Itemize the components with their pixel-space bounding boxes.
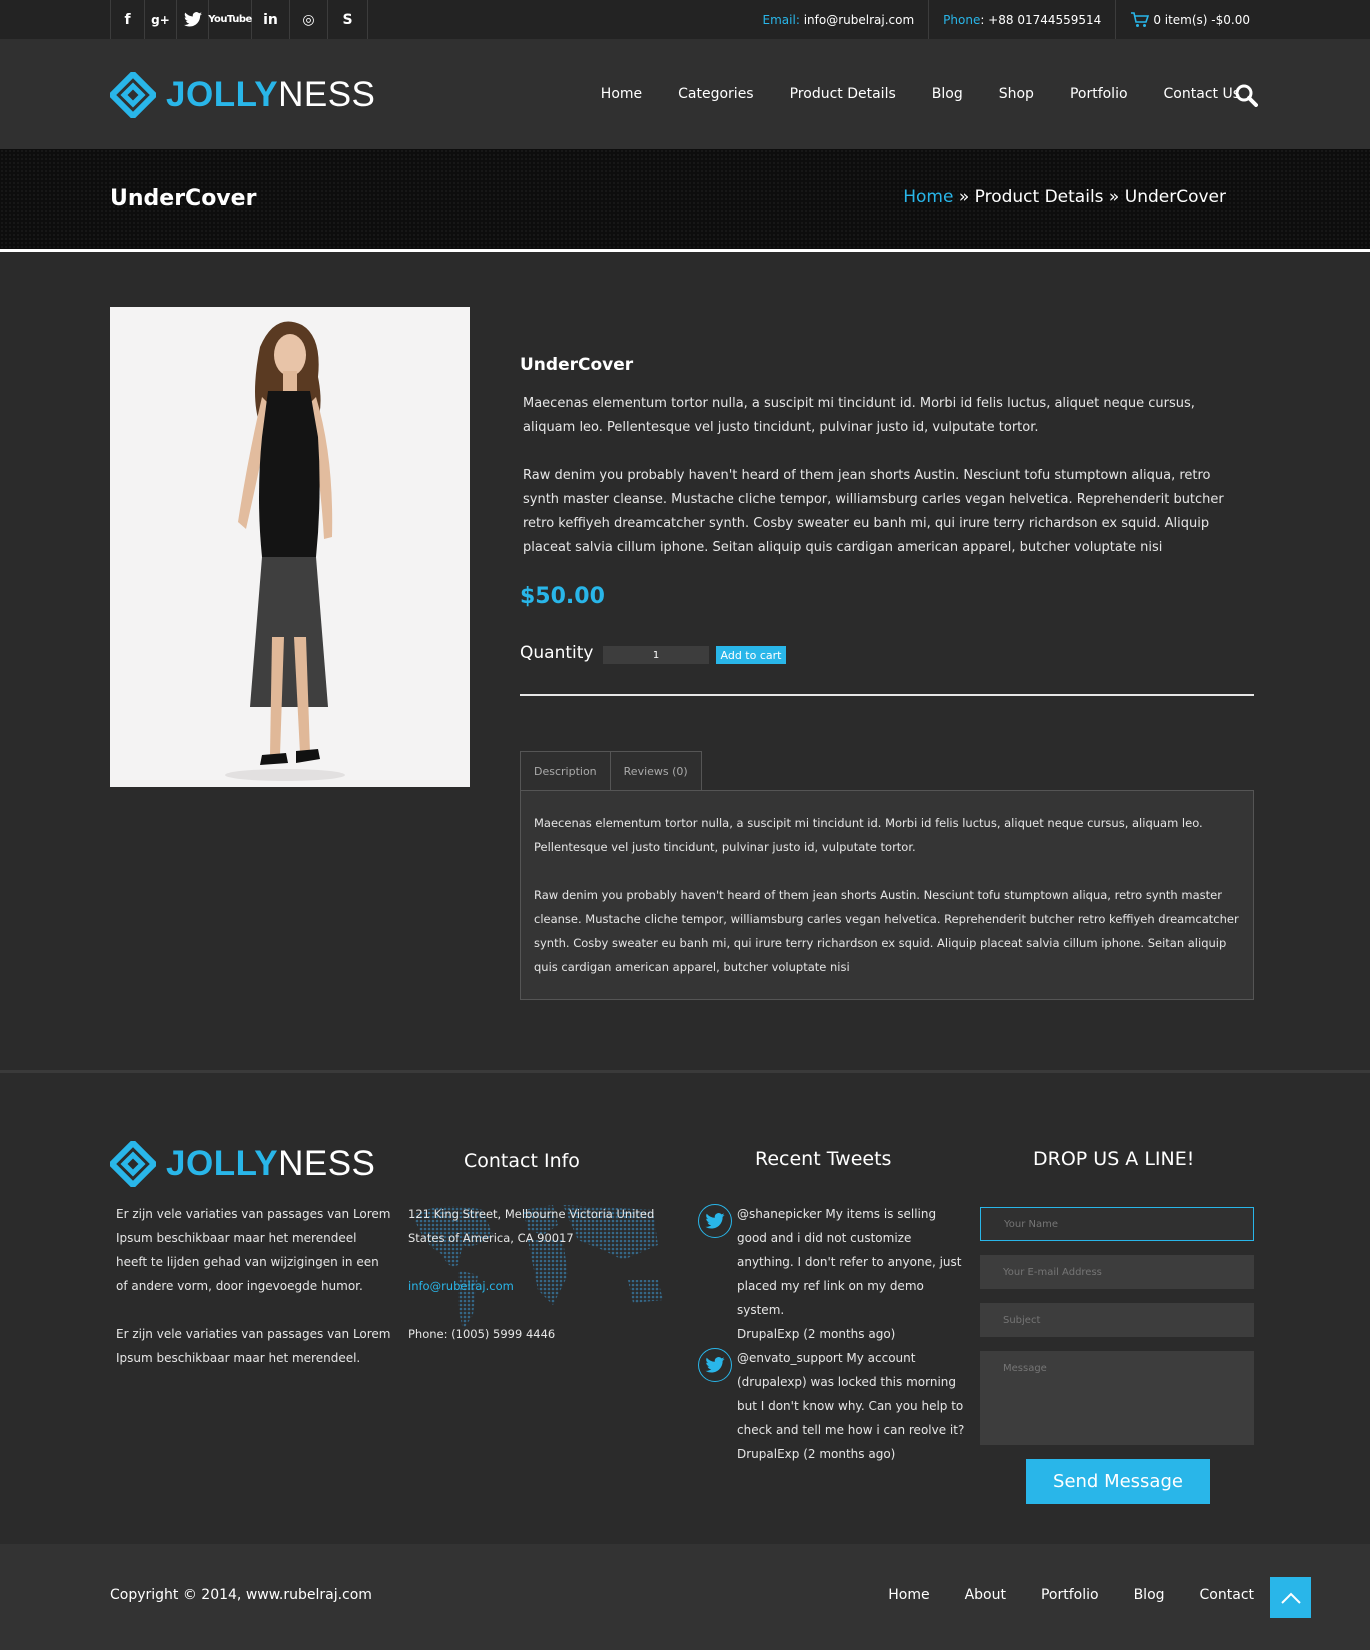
nav-categories[interactable]: Categories	[678, 86, 753, 102]
phone-value: : +88 01744559514	[980, 12, 1102, 27]
top-phone: Phone: +88 01744559514	[929, 0, 1117, 39]
tweet-text: @envato_support My account (drupalexp) w…	[737, 1351, 965, 1437]
footer-nav-contact[interactable]: Contact	[1200, 1587, 1254, 1603]
top-contact-info: Email: info@rubelraj.com Phone: +88 0174…	[749, 0, 1250, 39]
logo-text: JOLLYNESS	[166, 1144, 376, 1183]
tab-description[interactable]: Description	[520, 751, 611, 791]
twitter-icon	[698, 1348, 732, 1382]
top-email[interactable]: Email: info@rubelraj.com	[749, 0, 930, 39]
breadcrumb-current: UnderCover	[1124, 187, 1226, 207]
quantity-input[interactable]	[603, 646, 709, 664]
youtube-icon[interactable]: YouTube	[208, 0, 252, 39]
tab-panel-description: Maecenas elementum tortor nulla, a susci…	[520, 790, 1254, 1000]
footer-nav-home[interactable]: Home	[888, 1587, 929, 1603]
product-description: Maecenas elementum tortor nulla, a susci…	[523, 392, 1243, 584]
scroll-to-top-button[interactable]	[1270, 1577, 1311, 1618]
tab-panel-paragraph: Maecenas elementum tortor nulla, a susci…	[534, 816, 1203, 854]
breadcrumb-product-details[interactable]: Product Details	[975, 187, 1104, 207]
logo-diamond-icon	[107, 1138, 159, 1190]
name-field[interactable]	[980, 1207, 1254, 1241]
tweet-meta: DrupalExp (2 months ago)	[737, 1447, 896, 1461]
quantity-label: Quantity	[520, 643, 594, 663]
message-field[interactable]	[980, 1351, 1254, 1445]
search-icon[interactable]	[1234, 83, 1258, 107]
product-price: $50.00	[520, 584, 605, 609]
twitter-icon	[698, 1204, 732, 1238]
breadcrumb-separator: »	[953, 187, 975, 207]
breadcrumb-home[interactable]: Home	[903, 187, 953, 207]
top-bar: f g+ YouTube in ◎ S Email: info@rubelraj…	[0, 0, 1370, 39]
footer-contact: 121 King Street, Melbourne Victoria Unit…	[408, 1202, 683, 1346]
product-title: UnderCover	[520, 355, 634, 375]
product-image[interactable]	[110, 307, 470, 787]
nav-blog[interactable]: Blog	[932, 86, 963, 102]
copyright: Copyright © 2014, www.rubelraj.com	[110, 1587, 372, 1603]
email-label: Email:	[762, 12, 800, 27]
nav-portfolio[interactable]: Portfolio	[1070, 86, 1128, 102]
email-field[interactable]	[980, 1255, 1254, 1289]
social-links: f g+ YouTube in ◎ S	[110, 0, 368, 39]
logo-diamond-icon	[107, 69, 159, 121]
contact-form-heading: DROP US A LINE!	[1033, 1148, 1195, 1170]
send-message-button[interactable]: Send Message	[1026, 1459, 1210, 1504]
tweet-item: @envato_support My account (drupalexp) w…	[698, 1346, 968, 1466]
product-description-paragraph: Maecenas elementum tortor nulla, a susci…	[523, 396, 1195, 435]
footer-about-paragraph: Er zijn vele variaties van passages van …	[116, 1327, 391, 1365]
skype-icon[interactable]: S	[328, 0, 368, 39]
tweet-item: @shanepicker My items is selling good an…	[698, 1202, 968, 1346]
product-divider	[520, 694, 1254, 696]
page: f g+ YouTube in ◎ S Email: info@rubelraj…	[0, 0, 1370, 1650]
contact-email-link[interactable]: info@rubelraj.com	[408, 1274, 683, 1298]
banner-divider	[0, 249, 1370, 252]
contact-phone: Phone: (1005) 5999 4446	[408, 1327, 556, 1341]
product-tabs: Description Reviews (0)	[520, 751, 702, 791]
subject-field[interactable]	[980, 1303, 1254, 1337]
footer-divider	[0, 1070, 1370, 1073]
cart-summary: 0 item(s) -$0.00	[1153, 12, 1250, 27]
site-logo[interactable]: JOLLYNESS	[107, 69, 376, 121]
tab-panel-paragraph: Raw denim you probably haven't heard of …	[534, 888, 1239, 974]
nav-product-details[interactable]: Product Details	[790, 86, 896, 102]
footer-about-paragraph: Er zijn vele variaties van passages van …	[116, 1207, 391, 1293]
site-header: JOLLYNESS Home Categories Product Detail…	[0, 39, 1370, 149]
linkedin-icon[interactable]: in	[252, 0, 290, 39]
tweet-meta: DrupalExp (2 months ago)	[737, 1327, 896, 1341]
page-title: UnderCover	[110, 186, 257, 211]
nav-shop[interactable]: Shop	[999, 86, 1034, 102]
tab-reviews[interactable]: Reviews (0)	[610, 751, 702, 791]
nav-home[interactable]: Home	[601, 86, 642, 102]
nav-contact-us[interactable]: Contact Us	[1164, 86, 1240, 102]
facebook-icon[interactable]: f	[111, 0, 145, 39]
add-to-cart-button[interactable]: Add to cart	[716, 646, 786, 664]
footer-nav-portfolio[interactable]: Portfolio	[1041, 1587, 1099, 1603]
breadcrumb: Home » Product Details » UnderCover	[903, 187, 1226, 207]
twitter-icon[interactable]	[177, 0, 209, 39]
dribbble-icon[interactable]: ◎	[290, 0, 328, 39]
product-description-paragraph: Raw denim you probably haven't heard of …	[523, 468, 1224, 555]
breadcrumb-separator: »	[1103, 187, 1125, 207]
footer-about: Er zijn vele variaties van passages van …	[116, 1202, 391, 1394]
mini-cart[interactable]: 0 item(s) -$0.00	[1116, 0, 1250, 39]
contact-info-heading: Contact Info	[464, 1150, 580, 1172]
cart-icon	[1131, 11, 1150, 27]
footer-nav: Home About Portfolio Blog Contact	[853, 1587, 1254, 1603]
google-plus-icon[interactable]: g+	[145, 0, 177, 39]
recent-tweets-heading: Recent Tweets	[755, 1148, 892, 1170]
tweet-text: @shanepicker My items is selling good an…	[737, 1207, 962, 1317]
footer-nav-about[interactable]: About	[965, 1587, 1006, 1603]
footer-logo[interactable]: JOLLYNESS	[107, 1138, 376, 1190]
contact-address: 121 King Street, Melbourne Victoria Unit…	[408, 1207, 655, 1245]
email-value: info@rubelraj.com	[803, 12, 915, 27]
main-nav: Home Categories Product Details Blog Sho…	[565, 39, 1240, 149]
footer-nav-blog[interactable]: Blog	[1134, 1587, 1165, 1603]
logo-text: JOLLYNESS	[166, 75, 376, 114]
chevron-up-icon	[1280, 1592, 1301, 1604]
phone-label: Phone	[943, 12, 981, 27]
